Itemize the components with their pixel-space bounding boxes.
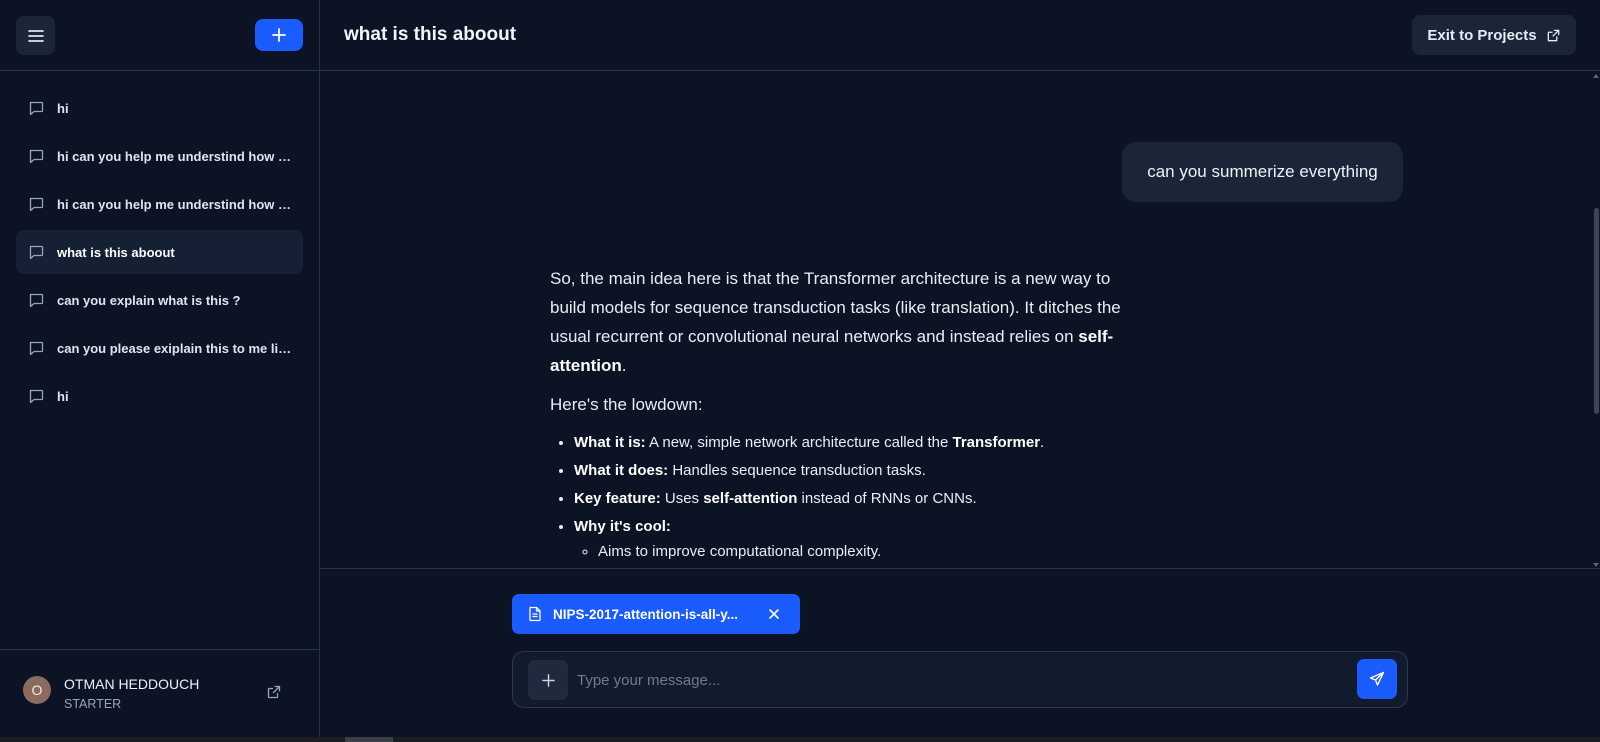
chat-header: what is this aboout Exit to Projects	[320, 0, 1600, 71]
message-scrollbar[interactable]	[1592, 72, 1600, 569]
chat-history-label: can you explain what is this ?	[57, 292, 241, 308]
attached-file-name: NIPS-2017-attention-is-all-y...	[553, 606, 739, 622]
add-attachment-button[interactable]	[528, 660, 568, 700]
send-icon	[1369, 671, 1385, 686]
assistant-sub-list: Aims to improve computational complexity…	[574, 541, 1140, 563]
bullet-label: What it does:	[574, 462, 669, 479]
menu-button[interactable]	[16, 16, 55, 55]
chat-bubble-icon	[28, 100, 44, 116]
chat-bubble-icon	[28, 196, 44, 212]
new-chat-button[interactable]	[255, 19, 303, 51]
bullet-label: What it is:	[574, 434, 646, 451]
hamburger-icon	[27, 29, 44, 42]
assistant-intro: So, the main idea here is that the Trans…	[550, 264, 1140, 380]
chat-bubble-icon	[28, 292, 44, 308]
chat-history-label: what is this aboout	[57, 244, 175, 260]
chat-history-item[interactable]: can you explain what is this ?	[16, 278, 303, 322]
attached-file-chip[interactable]: NIPS-2017-attention-is-all-y...	[512, 594, 800, 634]
chat-history-item[interactable]: hi	[16, 374, 303, 418]
horizontal-scrollbar[interactable]	[0, 737, 1600, 742]
chat-bubble-icon	[28, 244, 44, 260]
message-list[interactable]: can you summerize everything So, the mai…	[320, 72, 1600, 569]
exit-to-projects-label: Exit to Projects	[1427, 26, 1537, 44]
bullet-suffix: instead of RNNs or CNNs.	[797, 490, 977, 507]
bullet-text: Uses	[660, 490, 704, 507]
external-link-icon	[1547, 29, 1559, 41]
user-plan: STARTER	[64, 697, 122, 711]
message-input[interactable]	[577, 660, 1327, 700]
horizontal-scrollbar-thumb[interactable]	[345, 737, 393, 742]
sidebar: hi hi can you help me understind how thi…	[0, 0, 320, 737]
list-item: Aims to improve computational complexity…	[598, 541, 1140, 563]
bullet-text: A new, simple network architecture calle…	[645, 434, 953, 451]
chat-history-item[interactable]: can you please exiplain this to me like …	[16, 326, 303, 370]
intro-suffix: .	[621, 356, 627, 375]
assistant-bullet-list: What it is: A new, simple network archit…	[550, 429, 1140, 563]
bullet-bold: Transformer	[952, 434, 1041, 451]
plus-icon	[272, 28, 286, 42]
list-item: What it is: A new, simple network archit…	[574, 429, 1140, 457]
bullet-bold: self-attention	[703, 490, 798, 507]
chat-history-item-active[interactable]: what is this aboout	[16, 230, 303, 274]
list-item: Why it's cool: Aims to improve computati…	[574, 513, 1140, 563]
assistant-message: So, the main idea here is that the Trans…	[550, 264, 1140, 563]
chat-history-label: hi	[57, 388, 69, 404]
chat-history-label: hi can you help me understind how this w…	[57, 196, 293, 212]
exit-to-projects-button[interactable]: Exit to Projects	[1412, 15, 1576, 55]
chat-history-item[interactable]: hi can you help me understind how this w…	[16, 134, 303, 178]
bullet-text: Handles sequence transduction tasks.	[668, 462, 926, 479]
page-title: what is this aboout	[344, 24, 517, 45]
document-icon	[529, 606, 541, 622]
message-composer	[512, 651, 1408, 708]
list-item: Key feature: Uses self-attention instead…	[574, 485, 1140, 513]
chat-history-item[interactable]: hi can you help me understind how this w…	[16, 182, 303, 226]
chat-bubble-icon	[28, 148, 44, 164]
app-window: hi hi can you help me understind how thi…	[0, 0, 1600, 742]
scrollbar-thumb[interactable]	[1594, 208, 1599, 414]
user-profile: O OTMAN HEDDOUCH STARTER	[0, 649, 319, 737]
bullet-suffix: .	[1040, 434, 1045, 451]
user-name: OTMAN HEDDOUCH	[64, 676, 200, 692]
chat-bubble-icon	[28, 388, 44, 404]
chat-history-label: hi	[57, 100, 69, 116]
close-icon[interactable]	[766, 606, 782, 622]
send-button[interactable]	[1357, 659, 1397, 699]
chat-main: what is this aboout Exit to Projects can…	[320, 0, 1600, 737]
list-item: What it does: Handles sequence transduct…	[574, 457, 1140, 485]
scroll-down-arrow-icon[interactable]	[1593, 563, 1599, 567]
chat-history-label: hi can you help me understind how this w…	[57, 148, 293, 164]
chat-history-list: hi hi can you help me understind how thi…	[0, 71, 319, 649]
plus-icon	[541, 673, 555, 687]
chat-history-item[interactable]: hi	[16, 86, 303, 130]
scroll-up-arrow-icon[interactable]	[1593, 74, 1599, 78]
intro-text: So, the main idea here is that the Trans…	[550, 269, 1121, 346]
avatar[interactable]: O	[23, 676, 51, 704]
sidebar-header	[0, 0, 319, 71]
assistant-lowdown: Here's the lowdown:	[550, 395, 703, 414]
chat-bubble-icon	[28, 340, 44, 356]
external-link-icon[interactable]	[266, 684, 282, 700]
chat-history-label: can you please exiplain this to me like …	[57, 340, 293, 356]
bullet-label: Why it's cool:	[574, 518, 671, 535]
bullet-label: Key feature:	[574, 490, 661, 507]
user-message: can you summerize everything	[1122, 142, 1403, 202]
